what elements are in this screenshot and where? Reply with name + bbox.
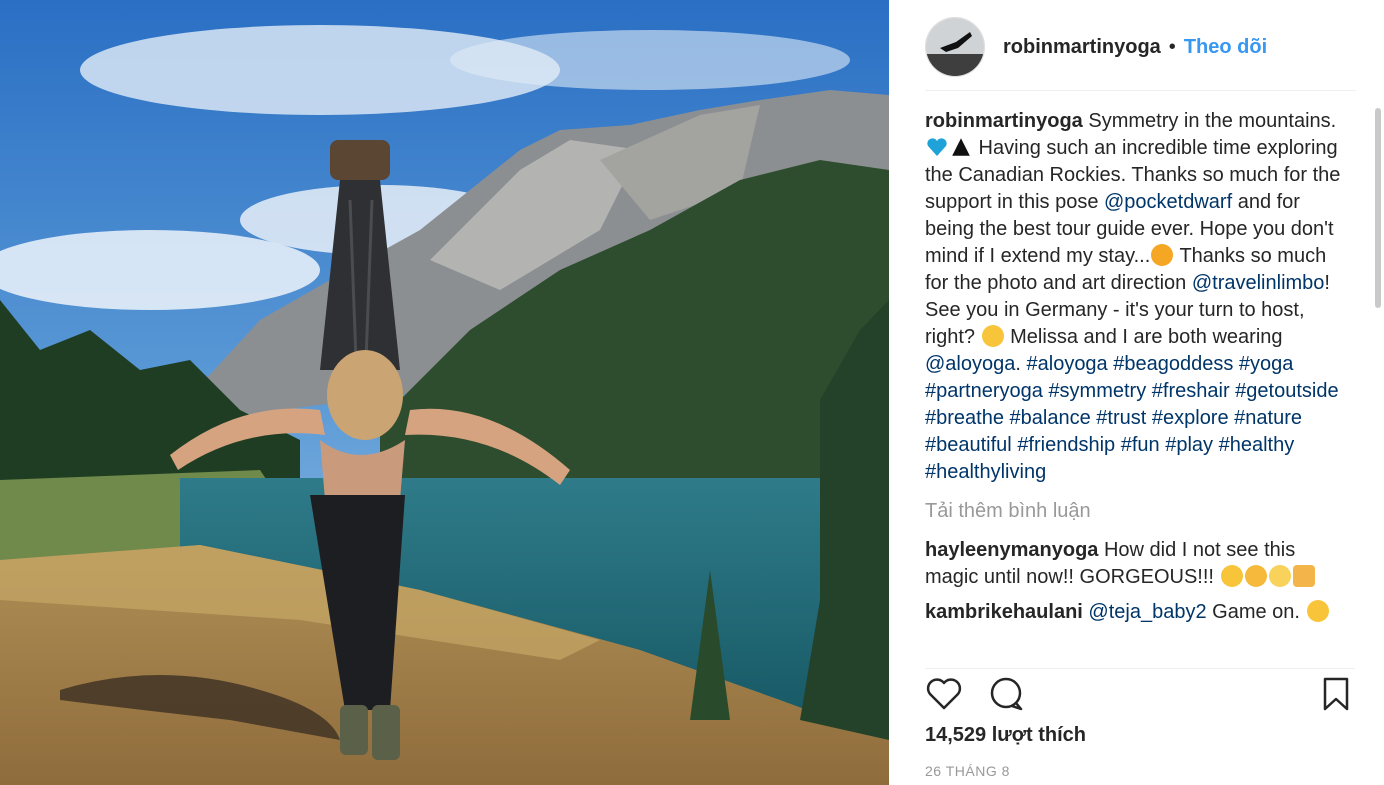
hashtag-link[interactable]: #beautiful: [925, 434, 1012, 456]
hashtag-link[interactable]: #play: [1165, 434, 1213, 456]
hashtag-link[interactable]: #freshair: [1152, 380, 1230, 402]
heart-eyes-emoji: [1220, 565, 1243, 587]
comment-item: kambrikehaulani @teja_baby2 Game on.: [925, 599, 1353, 626]
scream-emoji: [1268, 565, 1291, 587]
post-photo[interactable]: [0, 0, 889, 785]
action-bar: [925, 668, 1355, 719]
wink-emoji: [1151, 244, 1174, 266]
post-header: robinmartinyoga • Theo dõi: [925, 4, 1356, 91]
mountain-emoji: [952, 138, 970, 156]
hashtag-link[interactable]: #partneryoga: [925, 380, 1043, 402]
hashtag-link[interactable]: #balance: [1010, 407, 1091, 429]
scrollbar-thumb[interactable]: [1375, 108, 1381, 308]
comment-username[interactable]: hayleenymanyoga: [925, 539, 1098, 561]
follow-button[interactable]: Theo dõi: [1184, 36, 1267, 59]
header-username[interactable]: robinmartinyoga: [1003, 36, 1161, 59]
avatar[interactable]: [925, 17, 985, 77]
hashtag-link[interactable]: #symmetry: [1048, 380, 1146, 402]
comment-item: hayleenymanyoga How did I not see this m…: [925, 537, 1353, 591]
mention-link[interactable]: @pocketdwarf: [1104, 191, 1232, 213]
blue-heart-emoji: [927, 138, 947, 156]
hashtag-link[interactable]: #friendship: [1017, 434, 1115, 456]
caption-text: Melissa and I are both wearing: [1004, 326, 1283, 348]
comment-icon[interactable]: [987, 675, 1025, 713]
mention-link[interactable]: @teja_baby2: [1088, 601, 1206, 623]
hug-emoji: [1244, 565, 1267, 587]
caption-text: .: [1015, 353, 1021, 375]
sunglasses-emoji: [1306, 600, 1329, 622]
load-more-comments-button[interactable]: Tải thêm bình luận: [925, 498, 1353, 525]
laughing-emoji: [981, 325, 1004, 347]
comments-list: robinmartinyoga Symmetry in the mountain…: [925, 108, 1353, 658]
caption-text: Symmetry in the mountains.: [1082, 110, 1337, 132]
mention-link[interactable]: @aloyoga: [925, 353, 1015, 375]
post-date: 26 THÁNG 8: [925, 763, 1010, 779]
bookmark-icon[interactable]: [1317, 675, 1355, 713]
hashtag-link[interactable]: #yoga: [1239, 353, 1294, 375]
comment-text: Game on.: [1206, 601, 1306, 623]
separator-dot: •: [1168, 35, 1176, 58]
hashtag-link[interactable]: #beagoddess: [1113, 353, 1233, 375]
mention-link[interactable]: @travelinlimbo: [1192, 272, 1325, 294]
hashtag-link[interactable]: #nature: [1234, 407, 1302, 429]
comments-scrollbar[interactable]: [1375, 96, 1381, 656]
hashtag-link[interactable]: #trust: [1096, 407, 1146, 429]
hashtag-link[interactable]: #healthyliving: [925, 461, 1046, 483]
hashtag-link[interactable]: #fun: [1121, 434, 1160, 456]
hashtag-link[interactable]: #healthy: [1219, 434, 1295, 456]
heart-icon[interactable]: [925, 675, 963, 713]
hashtag-link[interactable]: #explore: [1152, 407, 1229, 429]
likes-count[interactable]: 14,529 lượt thích: [925, 724, 1086, 747]
hashtag-link[interactable]: #breathe: [925, 407, 1004, 429]
caption: robinmartinyoga Symmetry in the mountain…: [925, 108, 1353, 486]
raised-hands-emoji: [1292, 565, 1315, 587]
post-sidebar: robinmartinyoga • Theo dõi robinmartinyo…: [889, 0, 1384, 785]
hashtag-link[interactable]: #aloyoga: [1027, 353, 1108, 375]
caption-username[interactable]: robinmartinyoga: [925, 110, 1083, 132]
hashtag-link[interactable]: #getoutside: [1235, 380, 1338, 402]
comment-username[interactable]: kambrikehaulani: [925, 601, 1083, 623]
